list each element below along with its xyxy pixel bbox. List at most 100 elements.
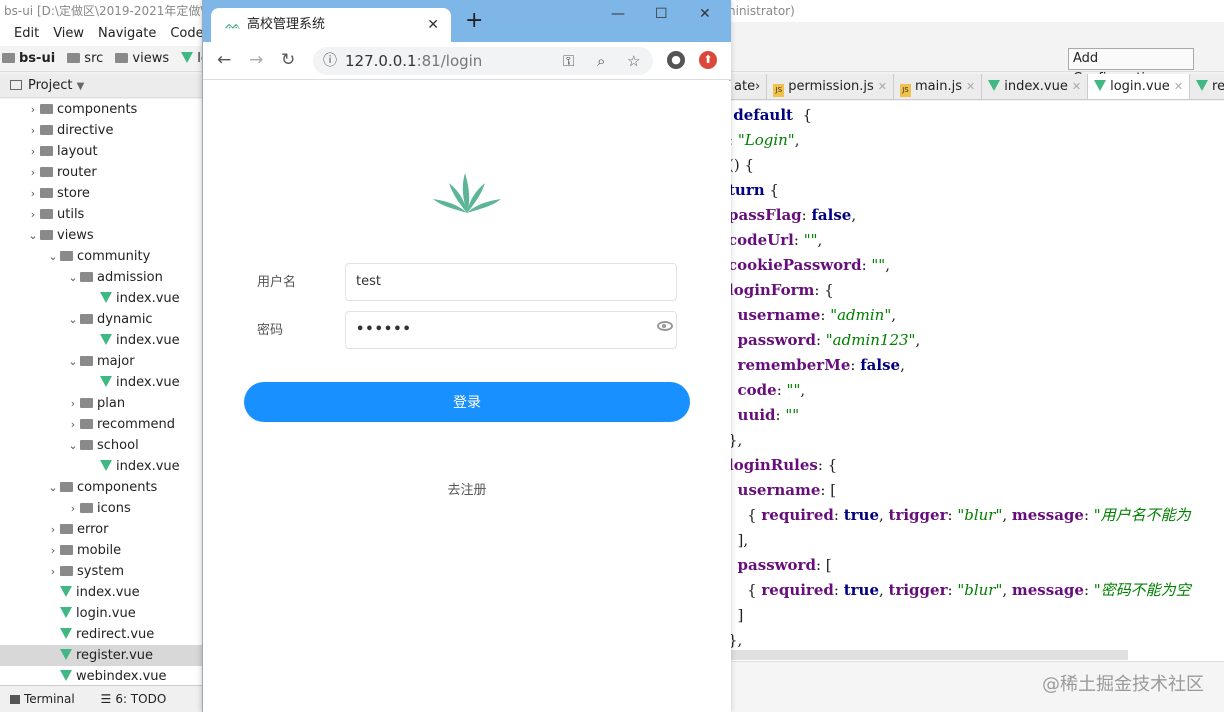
close-tab-icon[interactable]: ✕ (878, 80, 887, 93)
menu-navigate[interactable]: Navigate (98, 26, 156, 41)
editor-tab[interactable]: reg (1190, 74, 1224, 99)
tree-item[interactable]: index.vue (0, 288, 204, 309)
tree-item[interactable]: register.vue (0, 645, 204, 666)
address-bar[interactable]: ⓘ 127.0.0.1:81/login ⚿ ⌕ ☆ (313, 47, 653, 75)
close-window-icon[interactable]: ✕ (699, 4, 711, 24)
key-icon[interactable]: ⚿ (563, 47, 574, 75)
chevron-down-icon[interactable]: ⌄ (66, 351, 80, 372)
tree-item[interactable]: ⌄ major (0, 351, 204, 372)
tree-item[interactable]: › components (0, 99, 204, 120)
chevron-right-icon[interactable]: › (26, 99, 40, 120)
chevron-right-icon[interactable]: › (26, 141, 40, 162)
chevron-right-icon[interactable]: › (66, 393, 80, 414)
profile-icon[interactable]: ● (667, 51, 685, 69)
tree-item[interactable]: login.vue (0, 603, 204, 624)
reload-icon[interactable]: ↻ (281, 50, 295, 70)
tree-item[interactable]: › recommend (0, 414, 204, 435)
editor-tab-label: reg (1212, 79, 1224, 94)
folder-icon (60, 251, 73, 261)
chevron-right-icon[interactable]: › (26, 162, 40, 183)
tree-item[interactable]: ⌄ community (0, 246, 204, 267)
chevron-down-icon[interactable]: ⌄ (46, 477, 60, 498)
chevron-down-icon[interactable]: ⌄ (66, 309, 80, 330)
code-editor[interactable]: default {: "Login",() {turn {passFlag: f… (728, 101, 1224, 661)
tree-item[interactable]: redirect.vue (0, 624, 204, 645)
chevron-right-icon[interactable]: › (66, 414, 80, 435)
close-tab-icon[interactable]: ✕ (1174, 80, 1183, 93)
chevron-right-icon[interactable]: › (46, 561, 60, 582)
zoom-icon[interactable]: ⌕ (597, 47, 605, 75)
star-icon[interactable]: ☆ (627, 47, 640, 75)
editor-tab[interactable]: ate› (728, 74, 768, 99)
chevron-down-icon[interactable]: ⌄ (66, 267, 80, 288)
tree-item[interactable]: › directive (0, 120, 204, 141)
tree-item[interactable]: › plan (0, 393, 204, 414)
chevron-down-icon[interactable]: ⌄ (46, 246, 60, 267)
tree-item[interactable]: › error (0, 519, 204, 540)
extension-icon[interactable]: ⬆ (699, 51, 717, 69)
code-token: , (891, 306, 897, 324)
register-link[interactable]: 去注册 (203, 479, 731, 498)
tree-item[interactable]: › router (0, 162, 204, 183)
chevron-down-icon[interactable]: ⌄ (66, 435, 80, 456)
chevron-right-icon[interactable]: › (26, 183, 40, 204)
chevron-right-icon[interactable]: › (26, 120, 40, 141)
editor-tab[interactable]: index.vue ✕ (982, 74, 1089, 99)
tree-item[interactable]: webindex.vue (0, 666, 204, 687)
username-input[interactable]: test (345, 263, 677, 301)
tree-item[interactable]: ⌄ school (0, 435, 204, 456)
maximize-icon[interactable]: ☐ (655, 4, 668, 24)
menu-code[interactable]: Code (170, 26, 203, 41)
editor-tab-label: login.vue (1110, 79, 1170, 94)
tree-item[interactable]: index.vue (0, 330, 204, 351)
tree-item[interactable]: ⌄ components (0, 477, 204, 498)
login-button[interactable]: 登录 (244, 382, 690, 422)
vue-file-icon (60, 670, 72, 681)
tree-item[interactable]: › mobile (0, 540, 204, 561)
menu-edit[interactable]: Edit (14, 26, 39, 41)
tree-item[interactable]: ⌄ dynamic (0, 309, 204, 330)
close-tab-icon[interactable]: ✕ (966, 80, 975, 93)
password-input[interactable]: •••••• (345, 311, 677, 349)
tree-item[interactable]: index.vue (0, 582, 204, 603)
terminal-tab[interactable]: Terminal (24, 692, 75, 706)
breadcrumb-file[interactable]: logi (181, 46, 204, 71)
tree-item[interactable]: › utils (0, 204, 204, 225)
tree-item[interactable]: › store (0, 183, 204, 204)
tree-item[interactable]: › system (0, 561, 204, 582)
forward-icon[interactable]: → (249, 50, 263, 70)
add-configuration-button[interactable]: Add Configuration... (1068, 48, 1194, 86)
chevron-down-icon[interactable]: ⌄ (26, 225, 40, 246)
browser-tab[interactable]: ᨐ 高校管理系统 ✕ (211, 8, 451, 42)
tree-item[interactable]: index.vue (0, 372, 204, 393)
minimize-icon[interactable]: — (611, 4, 625, 24)
tree-item[interactable]: › layout (0, 141, 204, 162)
code-token: , (878, 581, 889, 599)
info-icon[interactable]: ⓘ (323, 47, 337, 75)
chevron-right-icon[interactable]: › (66, 498, 80, 519)
horizontal-scrollbar[interactable] (728, 650, 1128, 660)
tree-item[interactable]: index.vue (0, 456, 204, 477)
breadcrumb-src[interactable]: src (67, 46, 103, 71)
tree-item[interactable]: ⌄ views (0, 225, 204, 246)
chevron-right-icon[interactable]: › (26, 204, 40, 225)
close-tab-icon[interactable]: ✕ (427, 8, 439, 42)
chevron-right-icon[interactable]: › (46, 540, 60, 561)
eye-icon[interactable] (657, 321, 673, 331)
breadcrumb-views[interactable]: views (115, 46, 169, 71)
todo-tab[interactable]: 6: TODO (115, 692, 166, 706)
editor-tab[interactable]: JS main.js ✕ (894, 74, 983, 99)
project-panel-header[interactable]: Project ▼ (0, 74, 204, 98)
code-token: true (843, 506, 879, 524)
breadcrumb-project[interactable]: bs-ui (2, 46, 55, 71)
editor-tab[interactable]: login.vue ✕ (1088, 74, 1191, 99)
tree-item[interactable]: ⌄ admission (0, 267, 204, 288)
close-tab-icon[interactable]: ✕ (1072, 80, 1081, 93)
editor-tab[interactable]: JS permission.js ✕ (767, 74, 894, 99)
browser-window: ᨐ 高校管理系统 ✕ + — ☐ ✕ ← → ↻ ⓘ 127.0.0.1:81/… (202, 0, 731, 712)
tree-item[interactable]: › icons (0, 498, 204, 519)
chevron-right-icon[interactable]: › (46, 519, 60, 540)
menu-view[interactable]: View (53, 26, 84, 41)
new-tab-button[interactable]: + (465, 8, 483, 34)
back-icon[interactable]: ← (217, 50, 231, 70)
